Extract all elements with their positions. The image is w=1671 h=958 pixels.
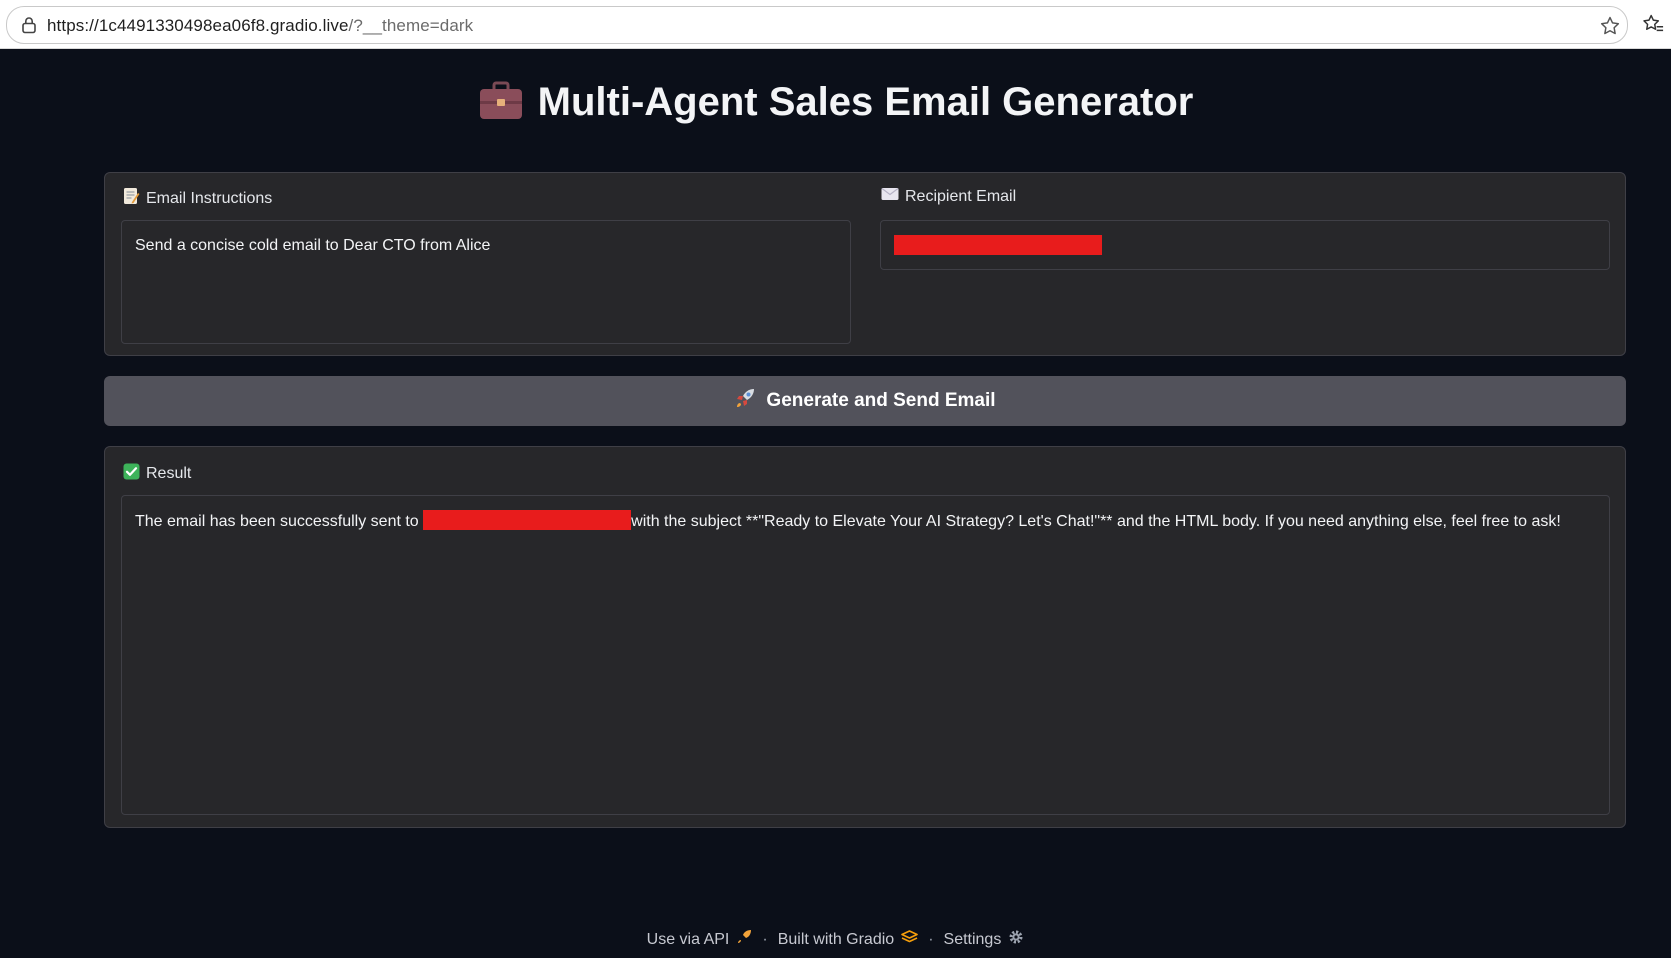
built-with-gradio-link[interactable]: Built with Gradio xyxy=(778,930,919,949)
generate-send-button[interactable]: Generate and Send Email xyxy=(104,376,1626,426)
favorites-icon[interactable] xyxy=(1642,13,1664,40)
gradio-logo-icon xyxy=(901,930,918,949)
recipient-email-input[interactable] xyxy=(880,220,1610,270)
result-textbox[interactable]: The email has been successfully sent to … xyxy=(121,495,1610,815)
redacted-email xyxy=(423,510,632,530)
url-host: https://1c4491330498ea06f8.gradio.live xyxy=(47,16,349,35)
result-text-before: The email has been successfully sent to xyxy=(135,513,424,530)
url-path: /?__theme=dark xyxy=(348,16,474,35)
settings-link[interactable]: Settings xyxy=(944,929,1025,950)
lock-icon[interactable] xyxy=(21,16,37,39)
url-text[interactable]: https://1c4491330498ea06f8.gradio.live/?… xyxy=(47,16,473,36)
settings-label: Settings xyxy=(943,930,1002,948)
briefcase-icon xyxy=(478,81,524,131)
instructions-label: Email Instructions xyxy=(123,187,272,210)
input-panel: Email Instructions Send a concise cold e… xyxy=(104,172,1626,356)
result-label-text: Result xyxy=(146,465,192,482)
rocket-icon xyxy=(734,387,756,415)
footer-separator: · xyxy=(928,930,934,948)
built-with-gradio-label: Built with Gradio xyxy=(777,930,895,948)
use-via-api-link[interactable]: Use via API xyxy=(647,929,753,950)
gear-icon xyxy=(1008,929,1024,950)
envelope-icon xyxy=(881,187,899,206)
instructions-textarea[interactable]: Send a concise cold email to Dear CTO fr… xyxy=(121,220,851,344)
footer: Use via API · Built with Gradio · Settin… xyxy=(0,929,1671,950)
result-panel: Result The email has been successfully s… xyxy=(104,446,1626,828)
redacted-email xyxy=(894,235,1102,255)
generate-send-button-label: Generate and Send Email xyxy=(766,390,996,411)
footer-separator: · xyxy=(762,930,768,948)
result-text-after: with the subject **"Ready to Elevate You… xyxy=(631,513,1561,530)
rocket-icon xyxy=(736,929,752,950)
address-bar[interactable]: https://1c4491330498ea06f8.gradio.live/?… xyxy=(6,6,1628,44)
use-via-api-label: Use via API xyxy=(646,930,730,948)
check-icon xyxy=(123,463,140,485)
result-label: Result xyxy=(123,463,191,485)
recipient-label: Recipient Email xyxy=(881,187,1016,206)
recipient-label-text: Recipient Email xyxy=(905,187,1017,205)
page-title: Multi-Agent Sales Email Generator xyxy=(0,80,1671,131)
memo-icon xyxy=(123,187,140,210)
browser-toolbar: https://1c4491330498ea06f8.gradio.live/?… xyxy=(0,0,1671,49)
page-title-text: Multi-Agent Sales Email Generator xyxy=(537,80,1194,124)
star-icon[interactable] xyxy=(1599,15,1621,42)
instructions-label-text: Email Instructions xyxy=(146,189,273,207)
